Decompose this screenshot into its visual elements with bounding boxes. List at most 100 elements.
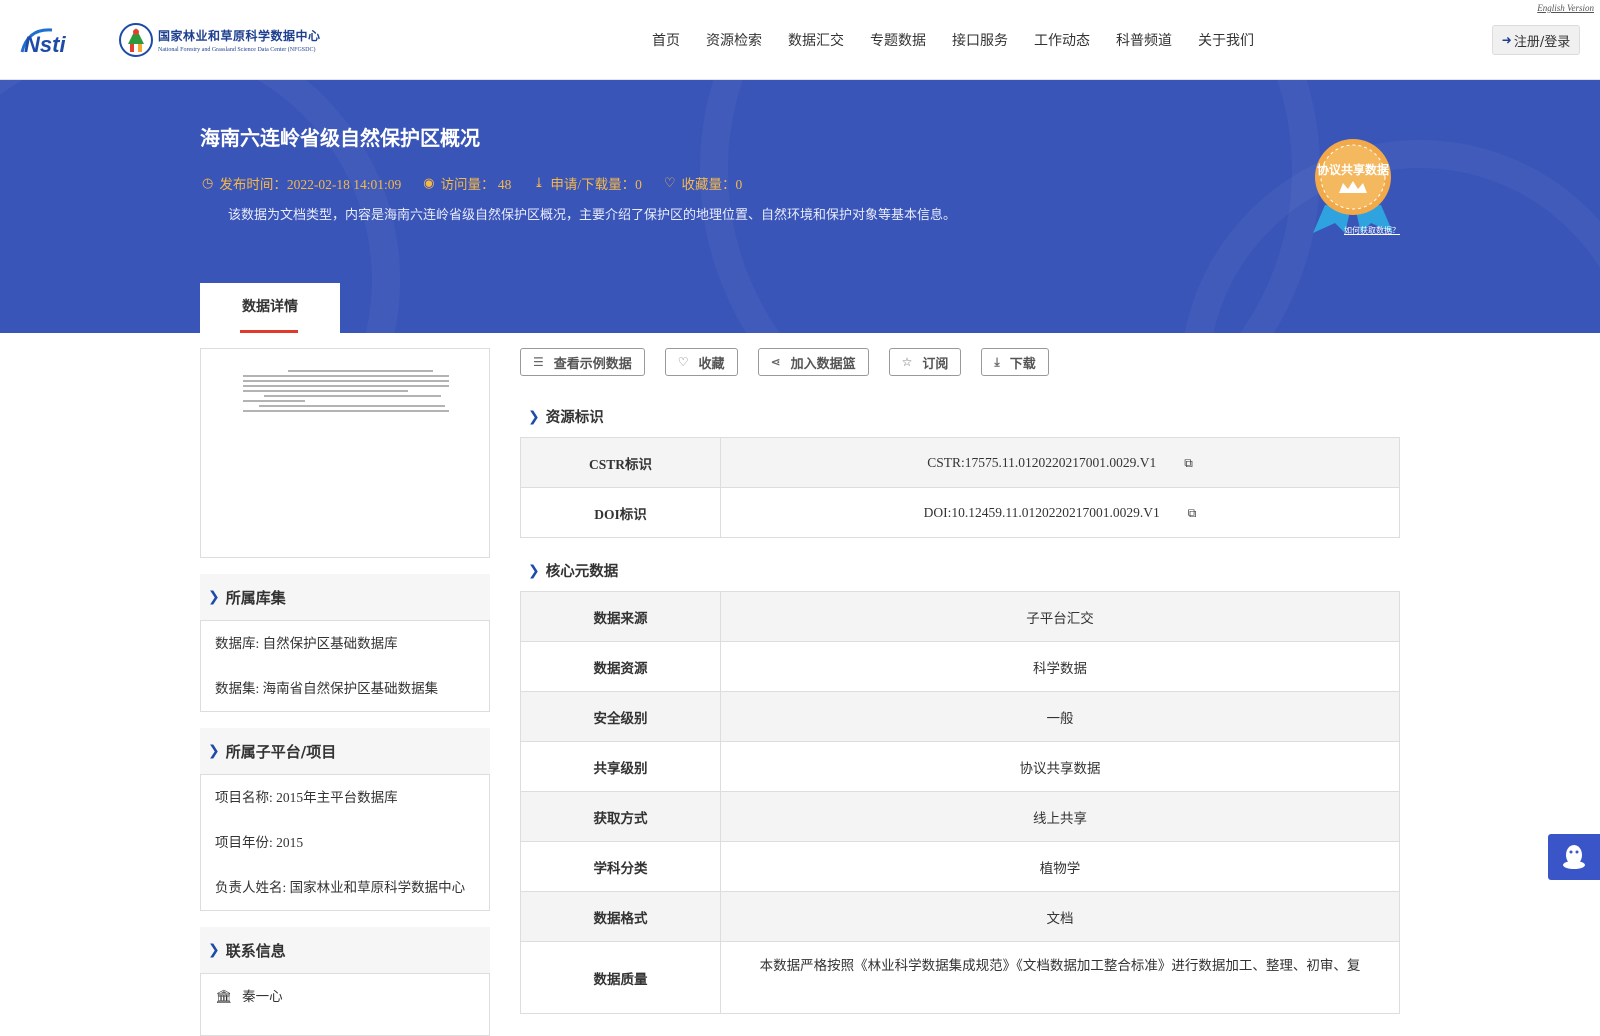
nsti-logo[interactable]: Nsti xyxy=(18,22,98,58)
active-tab-indicator xyxy=(240,330,298,333)
resource-id-table: CSTR标识 CSTR:17575.11.0120220217001.0029.… xyxy=(520,437,1400,538)
meta-value: 线上共享 xyxy=(720,791,1400,842)
meta-value: 本数据严格按照《林业科学数据集成规范》《文档数据加工整合标准》进行数据加工、整理… xyxy=(720,941,1400,1014)
qq-penguin-icon xyxy=(1563,845,1585,869)
heart-icon: ♡ xyxy=(677,355,689,369)
library-heading-label: 所属库集 xyxy=(225,588,286,607)
share-icon: ⋖ xyxy=(770,355,781,369)
table-row: 获取方式 线上共享 xyxy=(520,791,1400,842)
action-bar: ☰ 查看示例数据 ♡ 收藏 ⋖ 加入数据篮 ☆ 订阅 ⤓ 下载 xyxy=(520,348,1400,376)
institution-icon: 🏛 xyxy=(215,989,233,1004)
how-to-get-data-link[interactable]: 如何获取数据？ xyxy=(1344,225,1400,236)
heart-icon: ♡ xyxy=(663,175,676,190)
nav-item-news[interactable]: 工作动态 xyxy=(1034,30,1090,50)
core-metadata-table: 数据来源 子平台汇交 数据资源 科学数据 安全级别 一般 共享级别 协议共享数据 获取方… xyxy=(520,591,1400,1014)
tab-data-details-label: 数据详情 xyxy=(242,299,298,315)
site-header: Nsti 国家林业和草原科学数据中心 National Forestry and… xyxy=(0,0,1600,80)
project-heading: ❯ 所属子平台/项目 xyxy=(200,728,490,774)
contact-heading-label: 联系信息 xyxy=(225,941,286,960)
library-info: 数据库: 自然保护区基础数据库 数据集: 海南省自然保护区基础数据集 xyxy=(200,620,490,712)
badge-label: 协议共享数据 xyxy=(1317,162,1389,177)
download-count: 申请/下载量：0 xyxy=(550,177,642,192)
tab-data-details[interactable]: 数据详情 xyxy=(200,283,340,333)
dataset-description: 该数据为文档类型，内容是海南六连岭省级自然保护区概况，主要介绍了保护区的地理位置… xyxy=(228,208,957,223)
sign-in-icon: ➜ xyxy=(1501,33,1512,47)
database-name[interactable]: 数据库: 自然保护区基础数据库 xyxy=(215,629,475,674)
resource-id-heading-label: 资源标识 xyxy=(545,410,604,426)
contact-info: 🏛 秦一心 xyxy=(200,973,490,1036)
favorite-label: 收藏 xyxy=(698,356,725,372)
meta-value: 文档 xyxy=(720,891,1400,942)
table-row: 共享级别 协议共享数据 xyxy=(520,741,1400,792)
login-button[interactable]: ➜ 注册/登录 xyxy=(1492,25,1580,55)
favorite-button[interactable]: ♡ 收藏 xyxy=(664,348,738,376)
qq-chat-button[interactable] xyxy=(1548,834,1600,880)
chevron-right-icon: ❯ xyxy=(208,942,220,958)
contact-heading: ❯ 联系信息 xyxy=(200,927,490,973)
database-icon: ☰ xyxy=(533,355,544,369)
dataset-name[interactable]: 数据集: 海南省自然保护区基础数据集 xyxy=(215,674,475,703)
eye-icon: ◉ xyxy=(423,175,435,190)
nav-item-home[interactable]: 首页 xyxy=(652,30,680,50)
doi-cell: DOI:10.12459.11.0120220217001.0029.V1 ⧉ xyxy=(720,487,1400,538)
nav-item-search[interactable]: 资源检索 xyxy=(706,30,762,50)
center-name-en: National Forestry and Grassland Science … xyxy=(158,47,316,53)
main-content: ☰ 查看示例数据 ♡ 收藏 ⋖ 加入数据篮 ☆ 订阅 ⤓ 下载 ❯ 资源标识 CSTR标识… xyxy=(520,348,1400,1014)
star-icon: ☆ xyxy=(901,355,913,369)
project-heading-label: 所属子平台/项目 xyxy=(225,742,337,761)
main-nav: 首页 资源检索 数据汇交 专题数据 接口服务 工作动态 科普频道 关于我们 xyxy=(652,30,1280,50)
copy-icon[interactable]: ⧉ xyxy=(1188,506,1197,521)
nav-item-submit[interactable]: 数据汇交 xyxy=(788,30,844,50)
add-to-basket-button[interactable]: ⋖ 加入数据篮 xyxy=(757,348,869,376)
nfgsdc-logo[interactable]: 国家林业和草原科学数据中心 National Forestry and Gras… xyxy=(118,22,321,58)
dataset-meta: ◷ 发布时间：2022-02-18 14:01:09 ◉ 访问量： 48 ⤓ 申请/下… xyxy=(202,173,764,193)
document-preview[interactable] xyxy=(200,348,490,558)
svg-text:Nsti: Nsti xyxy=(24,32,66,57)
cstr-value: CSTR:17575.11.0120220217001.0029.V1 xyxy=(927,454,1157,470)
meta-value: 科学数据 xyxy=(720,641,1400,692)
table-row: CSTR标识 CSTR:17575.11.0120220217001.0029.… xyxy=(520,437,1400,488)
publish-time: 发布时间：2022-02-18 14:01:09 xyxy=(219,177,402,192)
meta-value: 一般 xyxy=(720,691,1400,742)
meta-value: 子平台汇交 xyxy=(720,591,1400,642)
meta-key: 学科分类 xyxy=(520,841,721,892)
core-metadata-heading: ❯ 核心元数据 xyxy=(520,560,1400,581)
dataset-banner: 海南六连岭省级自然保护区概况 ◷ 发布时间：2022-02-18 14:01:09… xyxy=(0,80,1600,333)
chevron-right-icon: ❯ xyxy=(528,408,540,425)
contact-name: 秦一心 xyxy=(242,989,283,1004)
doi-value: DOI:10.12459.11.0120220217001.0029.V1 xyxy=(923,504,1160,520)
dataset-title: 海南六连岭省级自然保护区概况 xyxy=(200,126,480,150)
login-label: 注册/登录 xyxy=(1513,34,1571,50)
table-row: 安全级别 一般 xyxy=(520,691,1400,742)
document-thumbnail xyxy=(243,367,449,415)
table-row: 数据格式 文档 xyxy=(520,891,1400,942)
view-sample-label: 查看示例数据 xyxy=(553,356,632,372)
chevron-right-icon: ❯ xyxy=(528,562,540,579)
nav-item-api[interactable]: 接口服务 xyxy=(952,30,1008,50)
view-sample-button[interactable]: ☰ 查看示例数据 xyxy=(520,348,645,376)
library-heading: ❯ 所属库集 xyxy=(200,574,490,620)
download-icon: ⤓ xyxy=(533,175,545,190)
chevron-right-icon: ❯ xyxy=(208,589,220,605)
subscribe-label: 订阅 xyxy=(922,356,949,372)
nav-item-topics[interactable]: 专题数据 xyxy=(870,30,926,50)
table-row: 数据质量 本数据严格按照《林业科学数据集成规范》《文档数据加工整合标准》进行数据加… xyxy=(520,941,1400,1014)
nav-item-about[interactable]: 关于我们 xyxy=(1198,30,1254,50)
table-row: 学科分类 植物学 xyxy=(520,841,1400,892)
download-button[interactable]: ⤓ 下载 xyxy=(981,348,1049,376)
resource-id-heading: ❯ 资源标识 xyxy=(520,406,1400,427)
project-owner: 负责人姓名: 国家林业和草原科学数据中心 xyxy=(215,880,466,895)
meta-key: 数据资源 xyxy=(520,641,721,692)
table-row: DOI标识 DOI:10.12459.11.0120220217001.0029… xyxy=(520,487,1400,538)
meta-key: 获取方式 xyxy=(520,791,721,842)
copy-icon[interactable]: ⧉ xyxy=(1184,456,1193,471)
doi-key: DOI标识 xyxy=(520,487,721,538)
english-version-link[interactable]: English Version xyxy=(1537,3,1594,13)
subscribe-button[interactable]: ☆ 订阅 xyxy=(888,348,962,376)
visit-count: 访问量： 48 xyxy=(440,177,512,192)
project-name: 项目名称: 2015年主平台数据库 xyxy=(215,790,398,805)
nav-item-science[interactable]: 科普频道 xyxy=(1116,30,1172,50)
project-info: 项目名称: 2015年主平台数据库 项目年份: 2015 负责人姓名: 国家林业… xyxy=(200,774,490,911)
meta-key: 数据来源 xyxy=(520,591,721,642)
clock-icon: ◷ xyxy=(202,175,214,190)
